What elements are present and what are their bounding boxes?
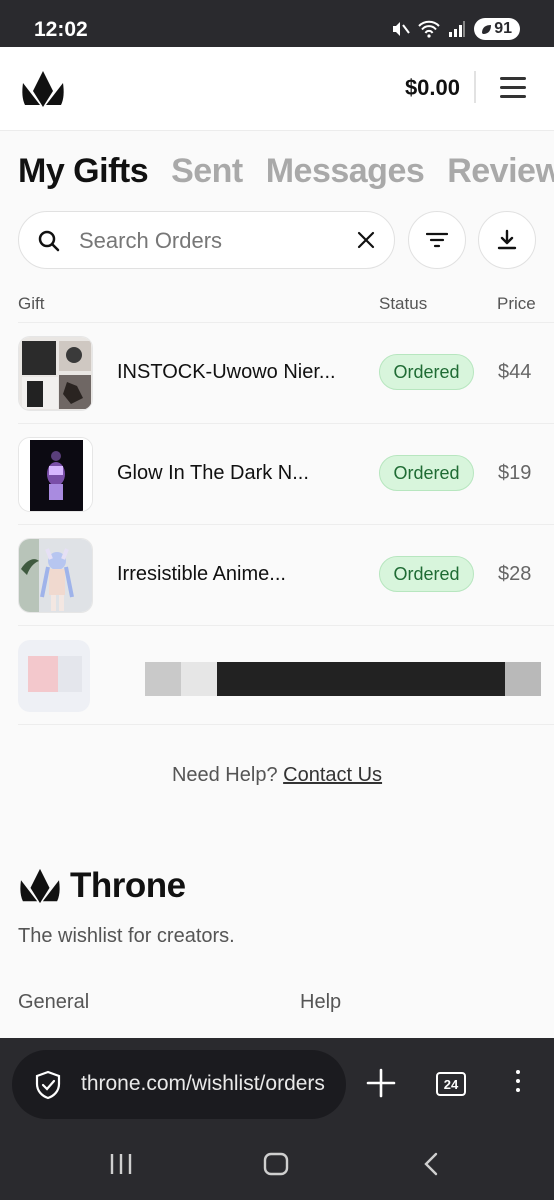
- tab-messages[interactable]: Messages: [266, 152, 425, 191]
- gift-name: Glow In The Dark N...: [117, 462, 309, 484]
- status-time: 12:02: [34, 18, 88, 41]
- gift-tabs: My Gifts Sent Messages Reviews: [18, 152, 554, 191]
- recent-apps-icon[interactable]: [108, 1152, 134, 1176]
- hamburger-menu-icon[interactable]: [500, 77, 526, 99]
- shield-check-icon[interactable]: [34, 1070, 62, 1100]
- footer-tagline: The wishlist for creators.: [18, 925, 235, 947]
- brand-name: Throne: [70, 866, 186, 905]
- status-bar: 12:02 91: [0, 0, 554, 47]
- wifi-icon: [418, 20, 440, 38]
- mute-icon: [393, 22, 411, 36]
- gift-name: INSTOCK-Uwowo Nier...: [117, 361, 336, 383]
- tab-count-button[interactable]: 24: [436, 1072, 466, 1096]
- gift-price: $44: [498, 361, 532, 383]
- download-button[interactable]: [478, 211, 536, 269]
- crown-icon[interactable]: [20, 69, 66, 109]
- filter-icon: [426, 232, 448, 248]
- status-badge: Ordered: [379, 455, 474, 491]
- battery-level: 91: [494, 20, 512, 37]
- more-vertical-icon[interactable]: [514, 1070, 522, 1097]
- gift-price: $28: [498, 563, 532, 585]
- help-text: Need Help?: [171, 764, 278, 786]
- footer-column-help: Help: [300, 991, 342, 1013]
- app-header: $0.00: [0, 47, 554, 131]
- search-icon: [38, 230, 60, 252]
- battery-indicator: 91: [474, 18, 520, 40]
- gift-name: Irresistible Anime...: [117, 563, 286, 585]
- table-row[interactable]: Irresistible Anime... Ordered $28: [18, 524, 554, 625]
- status-icons: 91: [390, 16, 520, 42]
- gift-price: $19: [498, 462, 532, 484]
- download-icon: [497, 229, 517, 250]
- home-icon[interactable]: [263, 1152, 289, 1176]
- battery-leaf-icon: [482, 25, 492, 34]
- footer-column-general: General: [18, 991, 90, 1013]
- search-input[interactable]: Search Orders: [18, 211, 395, 269]
- tab-reviews[interactable]: Reviews: [447, 152, 554, 191]
- tab-sent[interactable]: Sent: [171, 152, 243, 191]
- balance-amount[interactable]: $0.00: [405, 75, 460, 101]
- address-bar[interactable]: throne.com/wishlist/orders: [12, 1050, 346, 1119]
- filter-button[interactable]: [408, 211, 466, 269]
- status-badge: Ordered: [379, 354, 474, 390]
- system-nav-bar: [0, 1138, 554, 1200]
- help-line: Need Help? Contact Us: [0, 764, 554, 787]
- url-text: throne.com/wishlist/orders: [81, 1072, 325, 1095]
- table-row[interactable]: Glow In The Dark N... Ordered $19: [18, 423, 554, 524]
- signal-icon: [449, 21, 466, 37]
- gift-thumbnail: [18, 336, 93, 411]
- redacted-row: [18, 625, 554, 725]
- status-badge: Ordered: [379, 556, 474, 592]
- footer-brand: Throne: [18, 866, 186, 906]
- contact-us-link[interactable]: Contact Us: [283, 764, 382, 786]
- column-gift: Gift: [18, 294, 45, 313]
- tab-my-gifts[interactable]: My Gifts: [18, 152, 149, 191]
- table-row[interactable]: INSTOCK-Uwowo Nier... Ordered $44: [18, 322, 554, 423]
- column-status: Status: [379, 294, 428, 313]
- header-divider: [474, 71, 476, 103]
- column-price: Price: [497, 294, 536, 313]
- search-placeholder: Search Orders: [79, 228, 223, 253]
- close-icon[interactable]: [356, 230, 376, 250]
- gift-thumbnail: [18, 437, 93, 512]
- crown-icon: [20, 868, 60, 904]
- back-icon[interactable]: [422, 1152, 442, 1176]
- gift-thumbnail: [18, 538, 93, 613]
- plus-icon[interactable]: [366, 1068, 396, 1098]
